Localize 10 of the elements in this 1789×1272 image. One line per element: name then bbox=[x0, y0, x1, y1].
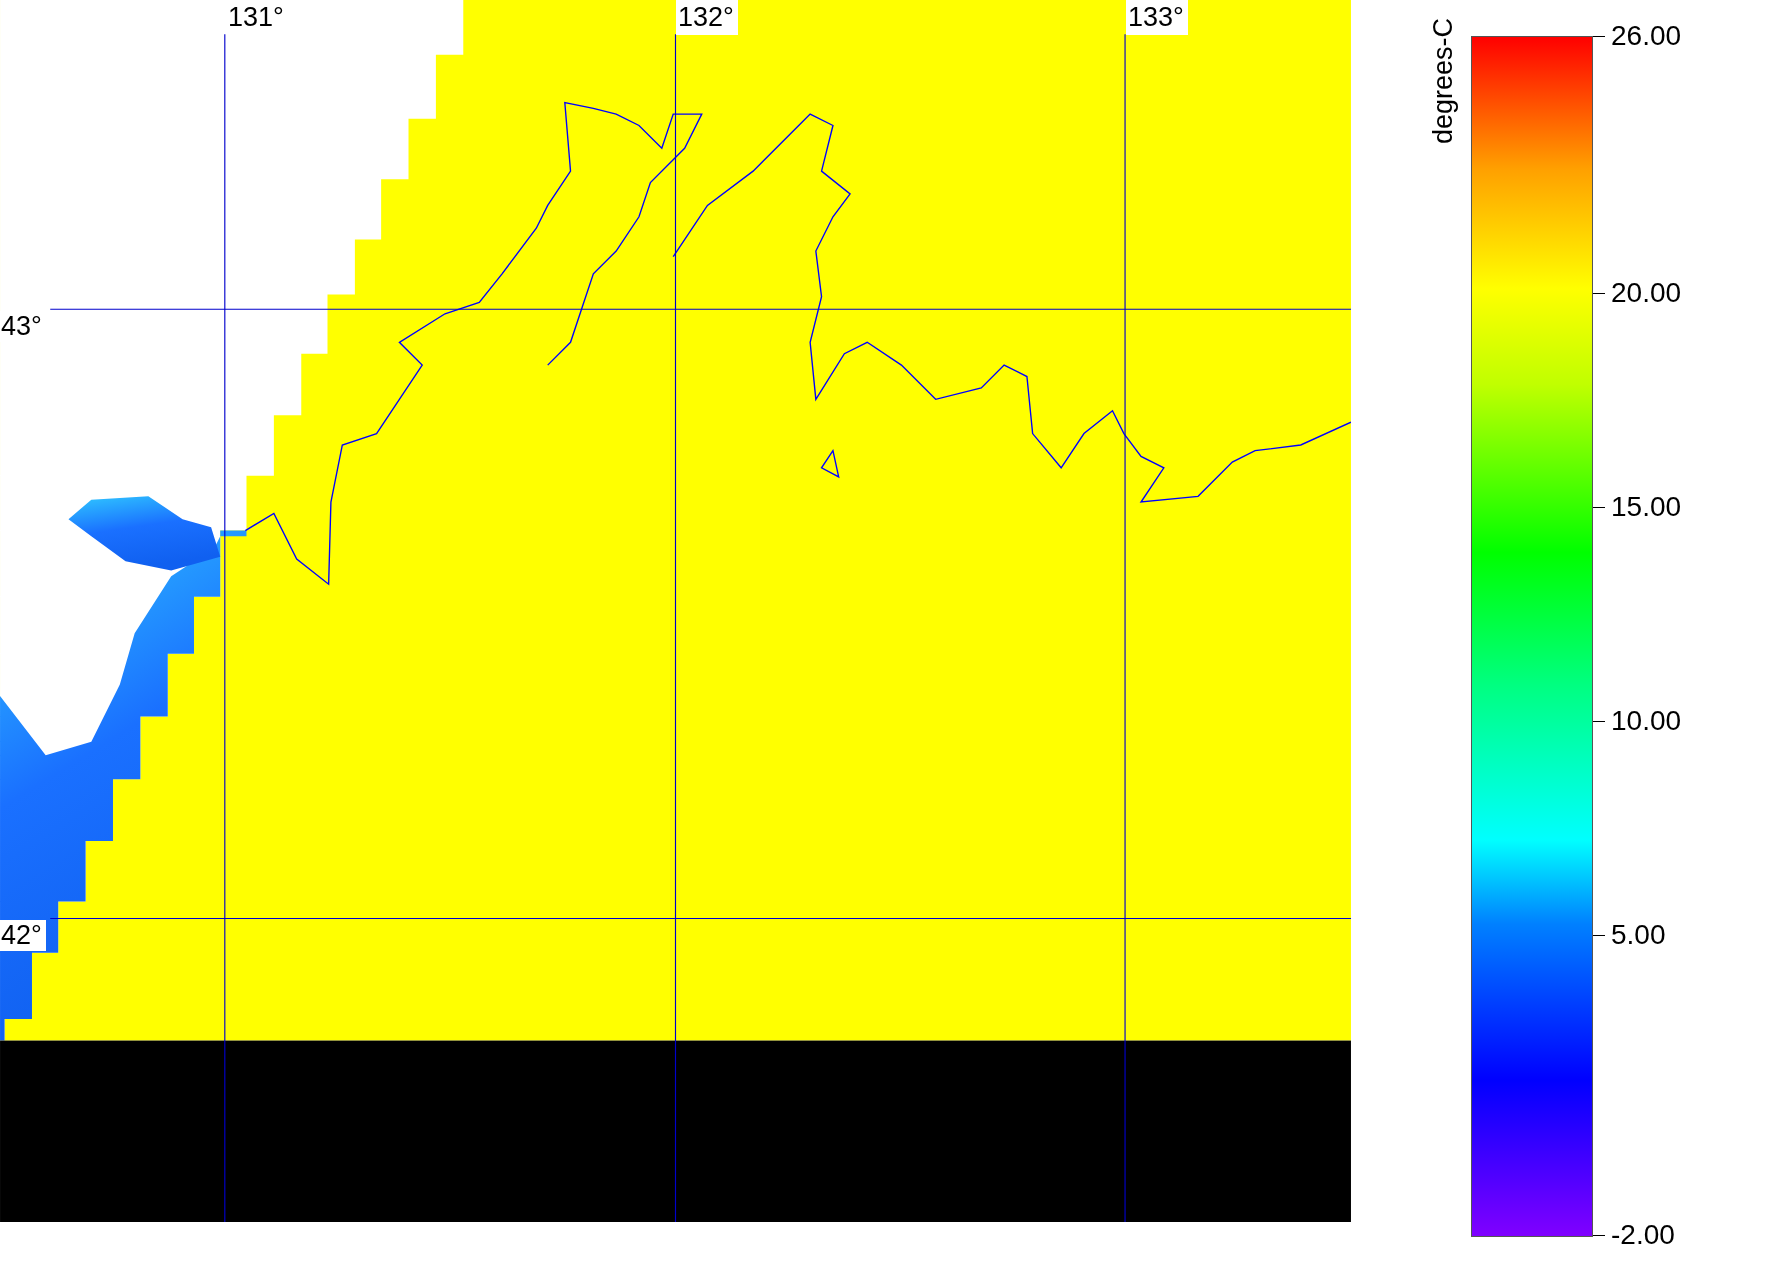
longitude-label: 133° bbox=[1126, 0, 1188, 35]
scale-tick-label: 5.00 bbox=[1611, 918, 1666, 953]
scale-tick-label: -2.00 bbox=[1611, 1218, 1675, 1252]
scale-tick-label: 26.00 bbox=[1611, 19, 1682, 53]
scale-tick-label: 20.00 bbox=[1611, 275, 1682, 310]
latitude-label: 42° bbox=[0, 920, 46, 951]
longitude-label: 132° bbox=[676, 0, 738, 35]
unit-label: degrees-C bbox=[1427, 18, 1459, 145]
scale-tick-label: 15.00 bbox=[1611, 490, 1682, 525]
scale-tick-label: 10.00 bbox=[1611, 704, 1682, 739]
